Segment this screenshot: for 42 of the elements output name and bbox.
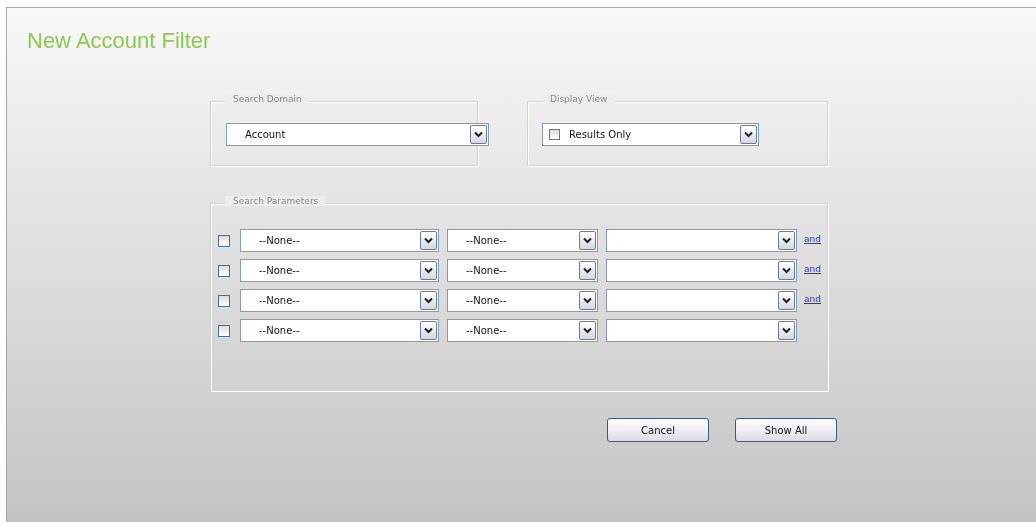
page-title: New Account Filter	[27, 28, 211, 54]
and-link[interactable]: and	[804, 264, 821, 274]
dropdown[interactable]: Account	[226, 123, 489, 146]
chevron-icon	[424, 327, 433, 334]
checkbox[interactable]	[218, 325, 230, 337]
chevron-icon	[583, 297, 592, 304]
chevron-icon	[744, 131, 753, 138]
fieldset-legend: Display View	[542, 94, 616, 104]
checkbox[interactable]	[549, 129, 560, 140]
dropdown[interactable]	[606, 229, 797, 252]
dropdown[interactable]	[606, 289, 797, 312]
dropdown[interactable]: --None--	[447, 259, 598, 282]
and-link[interactable]: and	[804, 234, 821, 244]
dropdown[interactable]: --None--	[240, 289, 439, 312]
chevron-icon	[424, 237, 433, 244]
checkbox[interactable]	[218, 235, 230, 247]
and-link[interactable]: and	[804, 294, 821, 304]
chevron-icon	[424, 267, 433, 274]
dropdown[interactable]	[606, 319, 797, 342]
chevron-icon	[583, 237, 592, 244]
chevron-icon	[583, 327, 592, 334]
dropdown[interactable]: Results Only	[542, 123, 759, 146]
dropdown[interactable]: --None--	[240, 319, 439, 342]
chevron-icon	[782, 297, 791, 304]
dropdown[interactable]: --None--	[240, 229, 439, 252]
dropdown[interactable]: --None--	[447, 289, 598, 312]
dropdown[interactable]	[606, 259, 797, 282]
checkbox[interactable]	[218, 265, 230, 277]
show-all-button[interactable]: Show All	[735, 418, 837, 442]
dropdown[interactable]: --None--	[447, 229, 598, 252]
fieldset-legend: Search Parameters	[225, 196, 327, 206]
chevron-icon	[782, 267, 791, 274]
chevron-icon	[424, 297, 433, 304]
fieldset-legend: Search Domain	[225, 94, 310, 104]
checkbox[interactable]	[218, 295, 230, 307]
chevron-icon	[474, 131, 483, 138]
cancel-button[interactable]: Cancel	[607, 418, 709, 442]
dropdown[interactable]: --None--	[240, 259, 439, 282]
chevron-icon	[583, 267, 592, 274]
chevron-icon	[782, 237, 791, 244]
dropdown[interactable]: --None--	[447, 319, 598, 342]
chevron-icon	[782, 327, 791, 334]
